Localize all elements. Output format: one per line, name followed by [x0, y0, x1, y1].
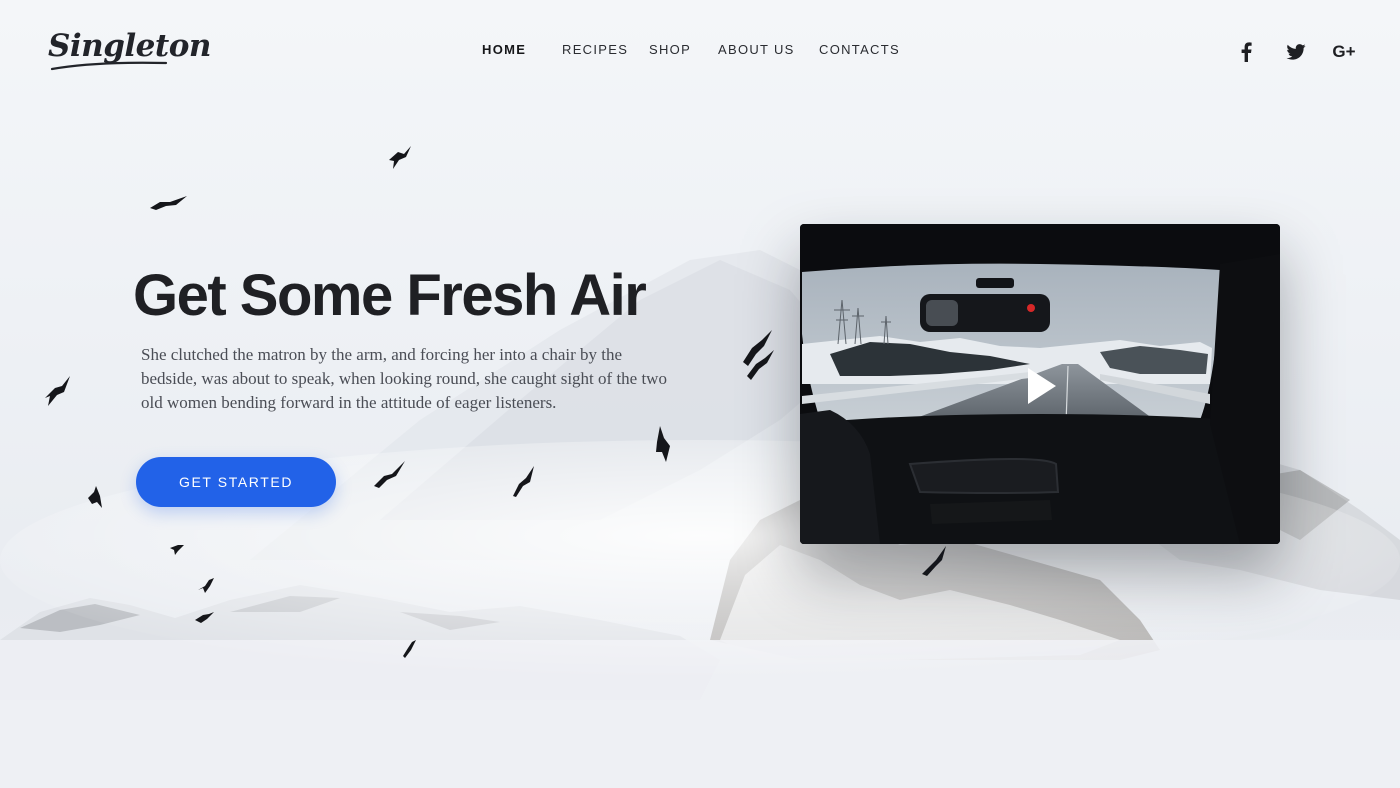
video-player[interactable] — [800, 224, 1280, 544]
nav-item-about-us[interactable]: ABOUT US — [718, 42, 795, 57]
nav-item-shop[interactable]: SHOP — [649, 42, 691, 57]
google-plus-icon[interactable]: G+ — [1328, 40, 1360, 64]
play-icon[interactable] — [1018, 364, 1062, 408]
facebook-icon[interactable] — [1236, 40, 1256, 64]
hero-description: She clutched the matron by the arm, and … — [141, 345, 667, 412]
main-navigation: HOME RECIPES SHOP ABOUT US CONTACTS — [0, 42, 1400, 62]
nav-item-home[interactable]: HOME — [482, 42, 526, 57]
hero-title: Get Some Fresh Air — [133, 263, 647, 328]
twitter-icon[interactable] — [1284, 40, 1308, 64]
get-started-button[interactable]: GET STARTED — [136, 457, 336, 507]
nav-item-recipes[interactable]: RECIPES — [562, 42, 628, 57]
nav-item-contacts[interactable]: CONTACTS — [819, 42, 900, 57]
